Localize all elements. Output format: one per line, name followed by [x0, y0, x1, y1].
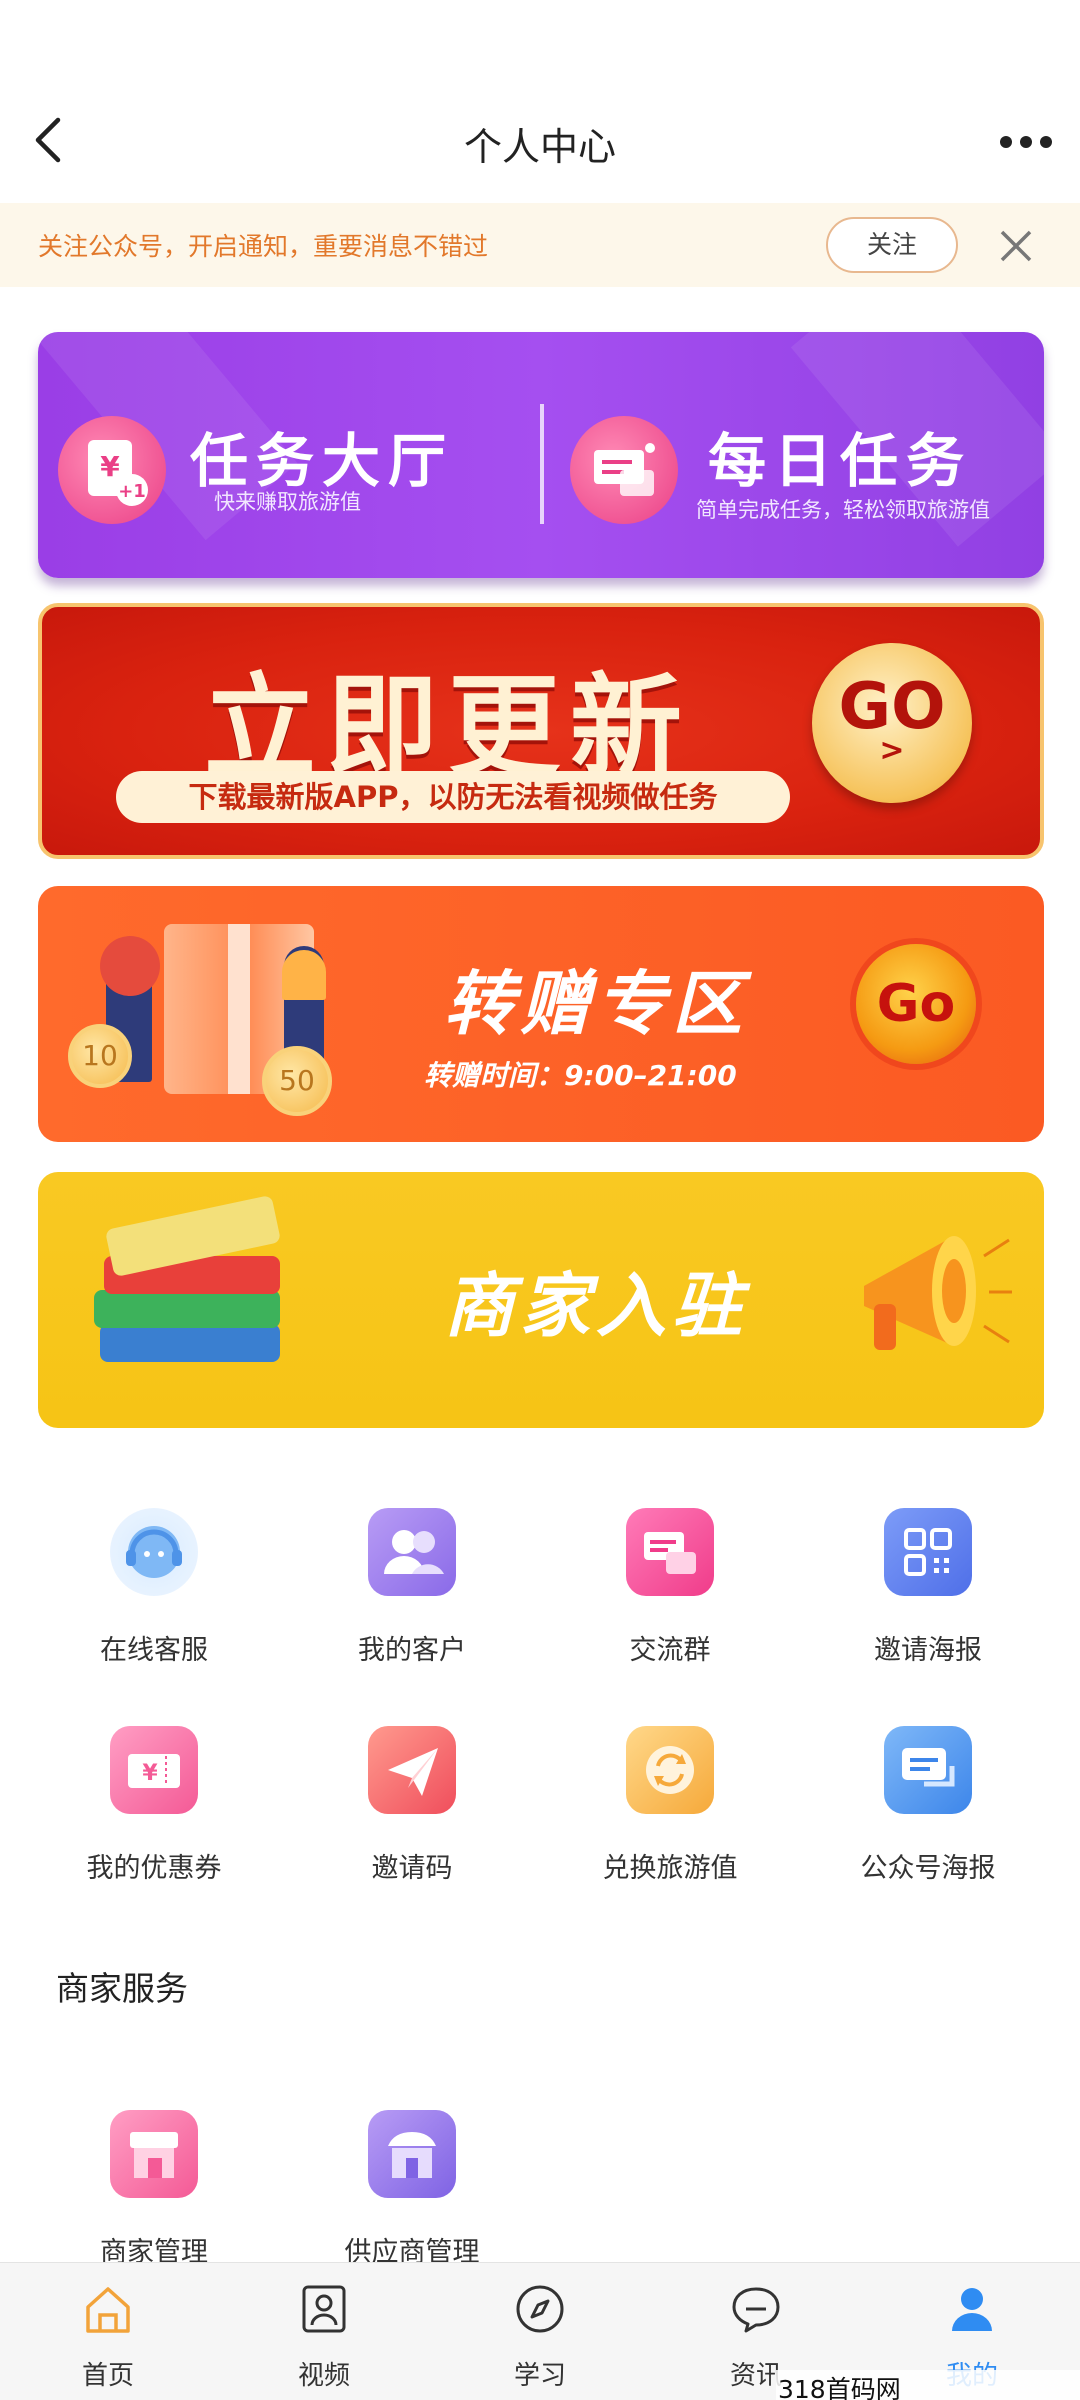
notice-text: 关注公众号，开启通知，重要消息不错过 — [38, 232, 489, 261]
book-illustration — [100, 1324, 280, 1362]
merchant-services-title: 商家服务 — [56, 1969, 188, 2008]
svg-text:+1: +1 — [118, 481, 146, 502]
exchange-icon — [626, 1726, 714, 1814]
daily-task-link[interactable]: 每日任务 简单完成任务，轻松领取旅游值 — [548, 332, 1044, 578]
tab-label: 视频 — [297, 2361, 350, 2391]
grid-label: 我的客户 — [358, 1635, 466, 1666]
supplier-store-icon — [368, 2110, 456, 2198]
more-dot-icon — [1040, 136, 1052, 148]
grid-label: 兑换旅游值 — [602, 1853, 738, 1884]
coin-icon: 10 — [68, 1024, 132, 1088]
follow-button[interactable]: 关注 — [826, 217, 958, 273]
task-banner: ¥ +1 任务大厅 快来赚取旅游值 每日任务 简单完成任务，轻松领取旅游值 — [38, 332, 1044, 578]
chat-group-icon — [626, 1508, 714, 1596]
merchant-banner[interactable]: 商家入驻 — [38, 1172, 1044, 1428]
qr-code-icon — [884, 1508, 972, 1596]
video-icon — [302, 2285, 346, 2333]
more-button[interactable] — [996, 120, 1056, 160]
svg-text:¥: ¥ — [100, 450, 120, 483]
daily-task-subtitle: 简单完成任务，轻松领取旅游值 — [696, 498, 990, 522]
coupon-icon: ¥ — [110, 1726, 198, 1814]
message-icon — [884, 1726, 972, 1814]
tab-learn[interactable]: 学习 — [432, 2263, 648, 2400]
task-hall-subtitle: 快来赚取旅游值 — [214, 490, 361, 514]
tab-label: 学习 — [513, 2361, 566, 2391]
headset-icon — [110, 1508, 198, 1596]
more-dot-icon — [1020, 136, 1032, 148]
transfer-banner[interactable]: 10 50 转赠专区 转赠时间：9:00–21:00 Go — [38, 886, 1044, 1142]
watermark-text: 318首码网 www.E318.com — [776, 2370, 1080, 2400]
store-icon — [110, 2110, 198, 2198]
grid-label: 我的优惠券 — [86, 1853, 222, 1884]
merchant-title: 商家入驻 — [444, 1265, 748, 1347]
close-icon — [1000, 230, 1032, 262]
grid-label: 交流群 — [629, 1635, 711, 1666]
tab-home[interactable]: 首页 — [0, 2263, 216, 2400]
tab-label: 首页 — [81, 2361, 134, 2391]
chat-card-icon — [570, 416, 678, 524]
compass-icon — [516, 2285, 564, 2333]
transfer-title: 转赠专区 — [444, 963, 748, 1045]
update-go-button[interactable]: GO > — [812, 643, 972, 803]
grid-label: 邀请海报 — [874, 1635, 982, 1666]
grid-label: 在线客服 — [100, 1635, 208, 1666]
profile-icon — [952, 2288, 992, 2331]
update-subtitle: 下载最新版APP，以防无法看视频做任务 — [116, 771, 790, 823]
task-hall-link[interactable]: ¥ +1 任务大厅 快来赚取旅游值 — [38, 332, 538, 578]
transfer-go-button[interactable]: Go — [856, 944, 976, 1064]
daily-task-title: 每日任务 — [708, 427, 973, 495]
tab-video[interactable]: 视频 — [216, 2263, 432, 2400]
header-bar: 个人中心 — [0, 0, 1080, 200]
coupon-plus-icon: ¥ +1 — [58, 416, 166, 524]
page-title: 个人中心 — [463, 125, 616, 169]
banner-divider — [540, 404, 544, 524]
svg-text:¥: ¥ — [142, 1761, 158, 1786]
go-label: GO — [838, 670, 946, 744]
transfer-subtitle: 转赠时间：9:00–21:00 — [424, 1059, 737, 1092]
book-illustration — [94, 1290, 280, 1328]
home-icon — [86, 2287, 130, 2333]
coin-icon: 50 — [262, 1046, 332, 1116]
users-icon — [368, 1508, 456, 1596]
megaphone-icon — [864, 1236, 1012, 1350]
grid-label: 公众号海报 — [860, 1853, 996, 1884]
update-banner[interactable]: 立即更新 下载最新版APP，以防无法看视频做任务 GO > — [38, 603, 1044, 859]
more-dot-icon — [1000, 136, 1012, 148]
close-notice-button[interactable] — [996, 226, 1036, 266]
paper-plane-icon — [368, 1726, 456, 1814]
person-illustration — [100, 936, 160, 996]
go-arrow-icon: > — [879, 733, 905, 768]
person-illustration — [282, 950, 326, 1000]
chat-bubble-icon — [732, 2287, 780, 2333]
grid-label: 邀请码 — [371, 1853, 453, 1884]
